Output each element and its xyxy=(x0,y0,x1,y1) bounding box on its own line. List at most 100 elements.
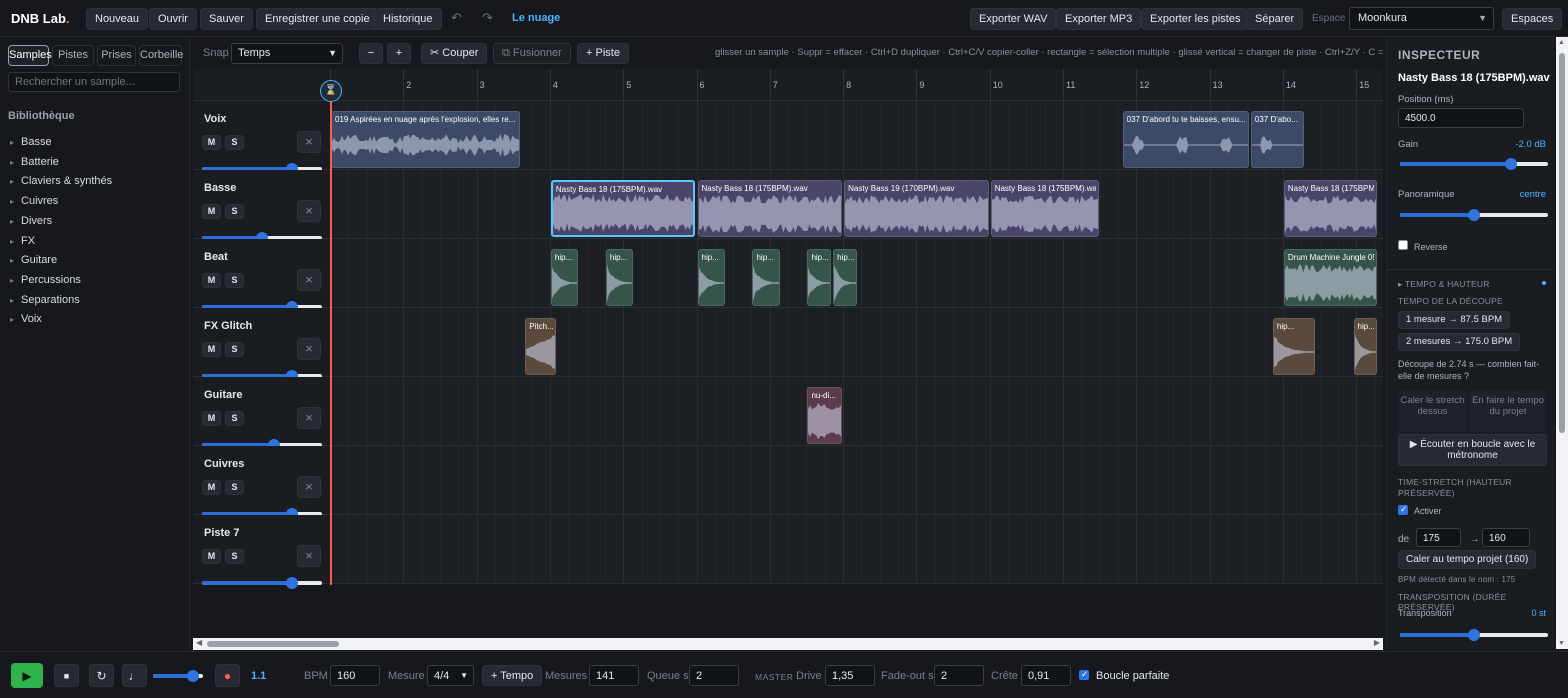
scroll-up-icon[interactable]: ▲ xyxy=(1558,39,1565,46)
library-item[interactable]: ▸ Claviers & synthés xyxy=(10,175,112,187)
library-item[interactable]: ▸ Divers xyxy=(10,215,52,227)
tempo-section-header[interactable]: ▸ TEMPO & HAUTEUR xyxy=(1398,279,1490,290)
to-bpm-input[interactable]: 160 xyxy=(1482,528,1530,547)
tab-trash[interactable]: Corbeille xyxy=(139,45,183,66)
track-lane[interactable] xyxy=(330,446,1413,515)
delete-track-icon[interactable]: × xyxy=(297,545,321,567)
reverse-checkbox[interactable] xyxy=(1398,240,1408,250)
tab-tracks[interactable]: Pistes xyxy=(52,45,94,66)
one-bar-button[interactable]: 1 mesure → 87.5 BPM xyxy=(1398,311,1511,329)
audio-clip[interactable]: 019 Aspirées en nuage après l'explosion,… xyxy=(331,111,520,168)
solo-button[interactable]: S xyxy=(225,342,244,357)
undo-icon[interactable]: ↶ xyxy=(451,10,462,26)
audio-clip[interactable]: hip... xyxy=(752,249,780,306)
track-lane[interactable]: 019 Aspirées en nuage après l'explosion,… xyxy=(330,101,1413,170)
horizontal-scrollbar[interactable]: ◀ ▶ xyxy=(193,638,1383,650)
history-button[interactable]: Historique xyxy=(374,8,442,30)
library-item[interactable]: ▸ FX xyxy=(10,235,35,247)
metronome-button[interactable]: ♩ xyxy=(122,664,147,687)
pan-slider[interactable] xyxy=(1400,209,1548,221)
library-item[interactable]: ▸ Voix xyxy=(10,313,42,325)
delete-track-icon[interactable]: × xyxy=(297,131,321,153)
track-name[interactable]: Basse xyxy=(204,182,236,194)
zoom-in-button[interactable]: + xyxy=(387,43,411,64)
export-tracks-button[interactable]: Exporter les pistes xyxy=(1141,8,1250,30)
stretch-over-button[interactable]: Caler le stretch dessus xyxy=(1398,390,1467,432)
save-copy-button[interactable]: Enregistrer une copie xyxy=(256,8,379,30)
track-lane[interactable]: Nasty Bass 18 (175BPM).wav Nasty Bass 18 … xyxy=(330,170,1413,239)
position-input[interactable]: 4500.0 xyxy=(1398,108,1524,128)
track-name[interactable]: FX Glitch xyxy=(204,320,252,332)
audio-clip[interactable]: Nasty Bass 18 (175BPM).wav xyxy=(1283,180,1378,237)
delete-track-icon[interactable]: × xyxy=(297,476,321,498)
metronome-volume-knob[interactable] xyxy=(187,670,199,682)
peak-input[interactable]: 0,91 xyxy=(1021,665,1071,686)
metronome-volume-slider[interactable] xyxy=(153,670,203,682)
track-name[interactable]: Voix xyxy=(204,113,226,125)
audio-clip[interactable]: Drum Machine Jungle 05 xyxy=(1283,249,1378,306)
track-volume-slider[interactable] xyxy=(202,577,322,589)
two-bars-button[interactable]: 2 mesures → 175.0 BPM xyxy=(1398,333,1521,351)
track-name[interactable]: Cuivres xyxy=(204,458,244,470)
audio-clip[interactable]: nu-di... xyxy=(807,387,843,444)
export-mp3-button[interactable]: Exporter MP3 xyxy=(1056,8,1142,30)
audio-clip[interactable]: hip... xyxy=(1272,318,1315,375)
solo-button[interactable]: S xyxy=(225,273,244,288)
audio-clip[interactable]: hip... xyxy=(605,249,634,306)
library-item[interactable]: ▸ Basse xyxy=(10,136,52,148)
audio-clip[interactable]: hip... xyxy=(807,249,832,306)
new-button[interactable]: Nouveau xyxy=(86,8,149,30)
timeline-ruler[interactable]: 2 3 4 5 6 7 8 9 10 11 12 13 14 15 xyxy=(193,69,1383,101)
horizontal-scroll-thumb[interactable] xyxy=(207,641,339,647)
solo-button[interactable]: S xyxy=(225,135,244,150)
add-track-button[interactable]: + Piste xyxy=(577,43,629,64)
scroll-right-icon[interactable]: ▶ xyxy=(1374,638,1380,647)
audio-clip[interactable]: Nasty Bass 18 (175BPM).wav xyxy=(697,180,843,237)
vertical-scroll-thumb[interactable] xyxy=(1559,53,1565,433)
delete-track-icon[interactable]: × xyxy=(297,407,321,429)
zoom-out-button[interactable]: − xyxy=(359,43,383,64)
make-project-tempo-button[interactable]: En faire le tempo du projet xyxy=(1470,390,1546,432)
solo-button[interactable]: S xyxy=(225,480,244,495)
track-name[interactable]: Piste 7 xyxy=(204,527,239,539)
track-lane[interactable]: hip... hip... hip... hip... hip... hip... Drum… xyxy=(330,239,1413,308)
merge-button[interactable]: ⧉ Fusionner xyxy=(493,43,571,64)
audio-clip[interactable]: Nasty Bass 18 (175BPM).wav xyxy=(550,180,696,237)
spaces-button[interactable]: Espaces xyxy=(1502,8,1563,30)
export-wav-button[interactable]: Exporter WAV xyxy=(970,8,1057,30)
delete-track-icon[interactable]: × xyxy=(297,338,321,360)
stop-button[interactable]: ■ xyxy=(54,664,79,687)
drive-input[interactable]: 1,35 xyxy=(825,665,875,686)
mute-button[interactable]: M xyxy=(202,273,221,288)
library-item[interactable]: ▸ Batterie xyxy=(10,156,59,168)
separate-button[interactable]: Séparer xyxy=(1246,8,1304,30)
activate-checkbox[interactable] xyxy=(1398,504,1408,515)
save-button[interactable]: Sauver xyxy=(200,8,253,30)
perfect-loop-checkbox[interactable] xyxy=(1079,669,1089,680)
delete-track-icon[interactable]: × xyxy=(297,269,321,291)
tab-takes[interactable]: Prises xyxy=(97,45,136,66)
mute-button[interactable]: M xyxy=(202,549,221,564)
track-name[interactable]: Guitare xyxy=(204,389,243,401)
tail-input[interactable]: 2 xyxy=(689,665,739,686)
add-tempo-button[interactable]: + Tempo xyxy=(482,665,543,686)
sample-search-input[interactable] xyxy=(8,72,180,92)
bars-input[interactable]: 141 xyxy=(589,665,639,686)
loop-metronome-button[interactable]: ▶ Écouter en boucle avec le métronome xyxy=(1398,434,1547,466)
measure-select[interactable]: 4/4 ▼ xyxy=(427,665,474,686)
audio-clip[interactable]: Nasty Bass 19 (170BPM).wav xyxy=(844,180,989,237)
audio-clip[interactable]: hip... xyxy=(1353,318,1378,375)
library-item[interactable]: ▸ Cuivres xyxy=(10,195,58,207)
track-lane[interactable]: Pitch... hip... hip... xyxy=(330,308,1413,377)
mute-button[interactable]: M xyxy=(202,204,221,219)
audio-clip[interactable]: hip... xyxy=(833,249,857,306)
snap-project-tempo-button[interactable]: Caler au tempo projet (160) xyxy=(1398,550,1537,569)
bpm-input[interactable]: 160 xyxy=(330,665,380,686)
audio-clip[interactable]: Pitch... xyxy=(525,318,557,375)
open-button[interactable]: Ouvrir xyxy=(149,8,197,30)
snap-select[interactable]: Temps ▼ xyxy=(231,43,343,64)
cut-button[interactable]: ✂ Couper xyxy=(421,43,488,64)
track-volume-knob[interactable] xyxy=(286,577,298,589)
pan-slider-knob[interactable] xyxy=(1468,209,1480,221)
gain-slider-knob[interactable] xyxy=(1505,158,1517,170)
